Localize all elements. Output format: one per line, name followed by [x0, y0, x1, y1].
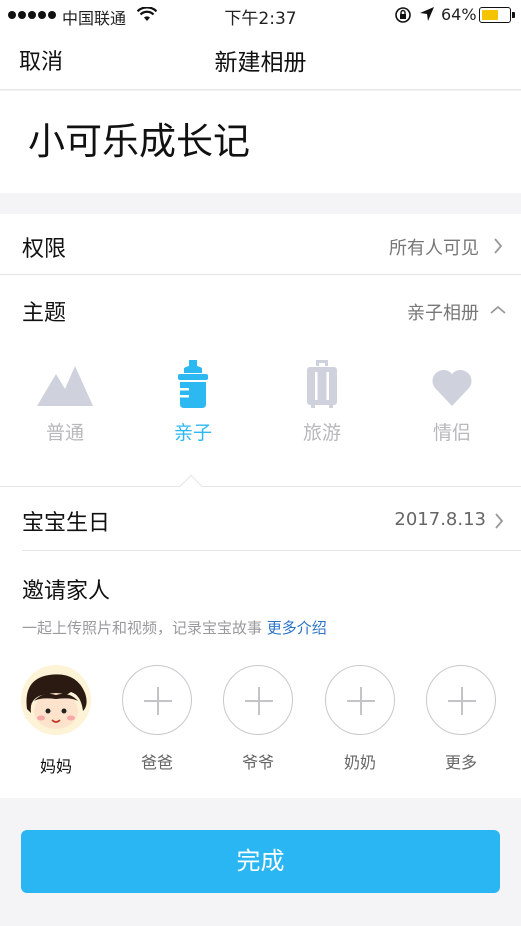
- member-name: 妈妈: [39, 757, 72, 776]
- member-mom[interactable]: 妈妈: [21, 665, 91, 777]
- theme-option-family[interactable]: 亲子: [153, 360, 233, 445]
- settings-card: 权限 所有人可见 主题 亲子相册 普通 亲子 旅游 情侣 宝宝生日 2017.8…: [0, 214, 521, 798]
- member-grandma[interactable]: 奶奶: [325, 665, 395, 773]
- location-arrow-icon: [420, 7, 434, 21]
- theme-option-label: 旅游: [302, 422, 341, 444]
- theme-option-label: 情侣: [432, 422, 471, 444]
- add-member-button[interactable]: [426, 665, 496, 735]
- album-name-section: 小可乐成长记: [0, 91, 521, 193]
- member-name: 爷爷: [241, 753, 274, 772]
- add-member-button[interactable]: [325, 665, 395, 735]
- member-name: 爸爸: [140, 753, 173, 772]
- member-dad[interactable]: 爸爸: [122, 665, 192, 773]
- permission-label: 权限: [22, 237, 67, 262]
- divider: [22, 550, 521, 551]
- theme-value: 亲子相册: [407, 303, 479, 324]
- chevron-right-icon: [494, 238, 503, 254]
- battery-tip: [512, 12, 515, 18]
- member-name: 奶奶: [343, 753, 376, 772]
- member-name: 更多: [444, 753, 477, 772]
- birthday-row[interactable]: 宝宝生日 2017.8.13: [0, 487, 521, 549]
- page-title: 新建相册: [214, 50, 307, 76]
- add-member-button[interactable]: [122, 665, 192, 735]
- permission-value: 所有人可见: [389, 238, 479, 259]
- rotation-lock-icon: [395, 7, 411, 23]
- done-button[interactable]: 完成: [21, 830, 500, 893]
- theme-label: 主题: [22, 301, 67, 326]
- mountain-icon: [37, 366, 93, 406]
- theme-option-travel[interactable]: 旅游: [282, 360, 362, 445]
- theme-option-couple[interactable]: 情侣: [412, 366, 492, 445]
- theme-option-label: 亲子: [173, 422, 212, 444]
- theme-option-normal[interactable]: 普通: [25, 364, 105, 445]
- birthday-value: 2017.8.13: [394, 509, 486, 530]
- more-info-link[interactable]: 更多介绍: [267, 619, 327, 637]
- suitcase-icon: [307, 360, 337, 408]
- theme-row[interactable]: 主题 亲子相册: [0, 275, 521, 335]
- add-member-button[interactable]: [223, 665, 293, 735]
- baby-bottle-icon: [178, 360, 208, 408]
- member-grandpa[interactable]: 爷爷: [223, 665, 293, 773]
- avatar: [21, 665, 91, 735]
- chevron-right-icon: [495, 513, 504, 529]
- chevron-up-icon: [490, 305, 506, 314]
- invite-description: 一起上传照片和视频，记录宝宝故事 更多介绍: [22, 617, 327, 638]
- invite-description-text: 一起上传照片和视频，记录宝宝故事: [22, 619, 263, 637]
- birthday-label: 宝宝生日: [22, 511, 111, 536]
- battery-percent: 64%: [441, 5, 477, 24]
- theme-option-label: 普通: [45, 422, 84, 444]
- permission-row[interactable]: 权限 所有人可见: [0, 214, 521, 274]
- invite-title: 邀请家人: [22, 579, 111, 604]
- status-bar: 中国联通 下午2:37 64%: [0, 0, 521, 30]
- nav-bar: 取消 新建相册: [0, 30, 521, 90]
- member-more[interactable]: 更多: [426, 665, 496, 773]
- album-name-input[interactable]: 小可乐成长记: [28, 111, 250, 165]
- heart-icon: [432, 369, 472, 406]
- battery-icon: [479, 7, 511, 23]
